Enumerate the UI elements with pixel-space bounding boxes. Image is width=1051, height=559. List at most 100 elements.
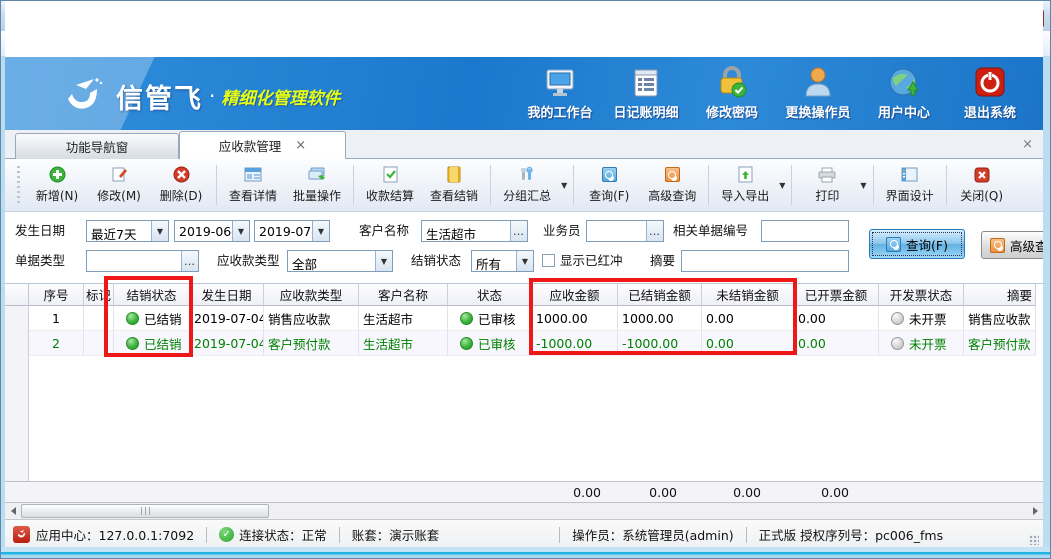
- toolbar-import-export-button[interactable]: 导入导出: [713, 162, 777, 208]
- ellipsis-icon[interactable]: …: [646, 221, 663, 241]
- toolbar-settle-button[interactable]: 收款结算: [358, 162, 422, 208]
- doc-type-input[interactable]: …: [86, 250, 199, 272]
- toolbar-grip[interactable]: [17, 166, 20, 204]
- toolbar-separator: [490, 165, 491, 205]
- query-button[interactable]: 查询(F): [869, 229, 965, 259]
- col-amount[interactable]: 应收金额: [532, 284, 618, 306]
- ref-number-label: 相关单据编号: [673, 220, 748, 242]
- toolbar-view-settled-button[interactable]: 查看结销: [422, 162, 486, 208]
- nav-my-workbench[interactable]: 我的工作台: [517, 63, 603, 125]
- ellipsis-icon[interactable]: …: [181, 251, 198, 271]
- total-unsettled: 0.00: [701, 485, 761, 500]
- edit-icon: [111, 166, 127, 184]
- summary-input[interactable]: [681, 250, 849, 272]
- toolbar-view-detail-button[interactable]: 查看详情: [221, 162, 285, 208]
- nav-journal-detail[interactable]: 日记账明细: [603, 63, 689, 125]
- total-invoiced: 0.00: [793, 485, 849, 500]
- scrollbar-thumb[interactable]: [21, 504, 269, 518]
- nav-change-password[interactable]: 修改密码: [689, 63, 775, 125]
- toolbar-batch-button[interactable]: 批量操作: [285, 162, 349, 208]
- col-mark[interactable]: 标记: [84, 284, 114, 306]
- horizontal-scrollbar[interactable]: [5, 503, 1043, 519]
- window-content: 信管飞 · 精细化管理软件 我的工作台 日记账明细: [5, 1, 1043, 549]
- status-separator: [339, 527, 340, 543]
- recv-type-combo[interactable]: 全部▼: [287, 250, 393, 272]
- toolbar-adv-query-button[interactable]: 高级查询: [640, 162, 704, 208]
- magnifier-blue-icon: [602, 166, 617, 184]
- import-export-dropdown-icon[interactable]: ▼: [779, 181, 785, 190]
- col-customer[interactable]: 客户名称: [359, 284, 448, 306]
- toolbar-ui-design-button[interactable]: 界面设计: [878, 162, 942, 208]
- col-invoiced[interactable]: 已开票金额: [794, 284, 879, 306]
- window-bottom-frame: [1, 547, 1051, 558]
- col-seq[interactable]: 序号: [29, 284, 84, 306]
- resize-grip-icon[interactable]: [1029, 535, 1039, 545]
- date-from-combo[interactable]: 2019-06-27▼: [174, 220, 250, 242]
- toolbar-delete-button[interactable]: 删除(D): [150, 162, 212, 208]
- chevron-down-icon[interactable]: ▼: [312, 221, 329, 241]
- close-red-icon: [974, 166, 990, 184]
- col-settle-status[interactable]: 结销状态: [114, 284, 190, 306]
- scroll-right-arrow-icon[interactable]: [1027, 503, 1043, 519]
- customer-label: 客户名称: [359, 220, 409, 242]
- summary-label: 摘要: [650, 250, 675, 272]
- globe-icon: [888, 64, 920, 98]
- add-icon: [49, 166, 66, 184]
- book-icon: [446, 166, 462, 184]
- toolbar-group-summary-button[interactable]: 分组汇总: [495, 162, 559, 208]
- tab-strip: 功能导航窗 应收款管理 × ×: [5, 130, 1043, 159]
- chevron-down-icon[interactable]: ▼: [151, 221, 168, 241]
- ref-number-input[interactable]: [761, 220, 849, 242]
- show-reversed-label: 显示已红冲: [560, 250, 623, 272]
- settle-status-label: 结销状态: [411, 250, 461, 272]
- table-row[interactable]: 2 已结销 2019-07-04 客户预付款 生活超市 已审核 -1000.00…: [5, 331, 1036, 356]
- tab-close-icon[interactable]: ×: [295, 139, 306, 152]
- scroll-left-arrow-icon[interactable]: [5, 503, 21, 519]
- nav-switch-operator[interactable]: 更换操作员: [775, 63, 861, 125]
- col-settled[interactable]: 已结销金额: [618, 284, 702, 306]
- chevron-down-icon[interactable]: ▼: [375, 251, 392, 271]
- magnifier-blue-icon: [886, 237, 901, 252]
- status-separator: [206, 527, 207, 543]
- salesman-input[interactable]: …: [586, 220, 664, 242]
- toolbar: 新增(N) 修改(M) 删除(D) 查看详情 批量操作 收款结: [5, 159, 1043, 212]
- doc-type-label: 单据类型: [15, 250, 65, 272]
- nav-user-center[interactable]: 用户中心: [861, 63, 947, 125]
- print-dropdown-icon[interactable]: ▼: [860, 181, 866, 190]
- chevron-down-icon[interactable]: ▼: [232, 221, 249, 241]
- ellipsis-icon[interactable]: …: [510, 221, 527, 241]
- status-ball-gray-icon: [891, 312, 904, 325]
- col-invoice-status[interactable]: 开发票状态: [879, 284, 964, 306]
- app-center-logo-icon: [13, 526, 30, 543]
- journal-icon: [631, 64, 661, 98]
- customer-input[interactable]: 生活超市…: [421, 220, 528, 242]
- tabstrip-close-icon[interactable]: ×: [1022, 137, 1033, 152]
- filter-panel: 发生日期 最近7天▼ 2019-06-27▼ 2019-07-04▼ 客户名称 …: [5, 212, 1043, 283]
- col-summary[interactable]: 摘要: [964, 284, 1036, 306]
- col-unsettled[interactable]: 未结销金额: [702, 284, 794, 306]
- col-type[interactable]: 应收款类型: [264, 284, 359, 306]
- toolbar-query-button[interactable]: 查询(F): [578, 162, 640, 208]
- date-preset-combo[interactable]: 最近7天▼: [86, 220, 169, 242]
- lock-check-icon: [716, 64, 748, 98]
- detail-icon: [244, 166, 262, 184]
- nav-exit-system[interactable]: 退出系统: [947, 63, 1033, 125]
- show-reversed-checkbox[interactable]: [542, 254, 555, 267]
- group-summary-dropdown-icon[interactable]: ▼: [561, 181, 567, 190]
- col-date[interactable]: 发生日期: [190, 284, 264, 306]
- status-ball-green-icon: [460, 312, 473, 325]
- tab-function-nav[interactable]: 功能导航窗: [15, 133, 179, 159]
- toolbar-edit-button[interactable]: 修改(M): [88, 162, 150, 208]
- table-row[interactable]: 1 已结销 2019-07-04 销售应收款 生活超市 已审核 1000.00 …: [5, 306, 1036, 331]
- toolbar-print-button[interactable]: 打印: [796, 162, 858, 208]
- tab-receivables[interactable]: 应收款管理 ×: [179, 131, 346, 159]
- settle-status-combo[interactable]: 所有▼: [471, 250, 534, 272]
- chevron-down-icon[interactable]: ▼: [516, 251, 533, 271]
- toolbar-add-button[interactable]: 新增(N): [26, 162, 88, 208]
- banner-nav: 我的工作台 日记账明细 修改密码: [517, 63, 1033, 125]
- date-to-combo[interactable]: 2019-07-04▼: [254, 220, 330, 242]
- col-status[interactable]: 状态: [448, 284, 532, 306]
- date-label: 发生日期: [15, 220, 65, 242]
- toolbar-close-button[interactable]: 关闭(Q): [951, 162, 1013, 208]
- advanced-query-button[interactable]: 高级查询: [981, 231, 1043, 259]
